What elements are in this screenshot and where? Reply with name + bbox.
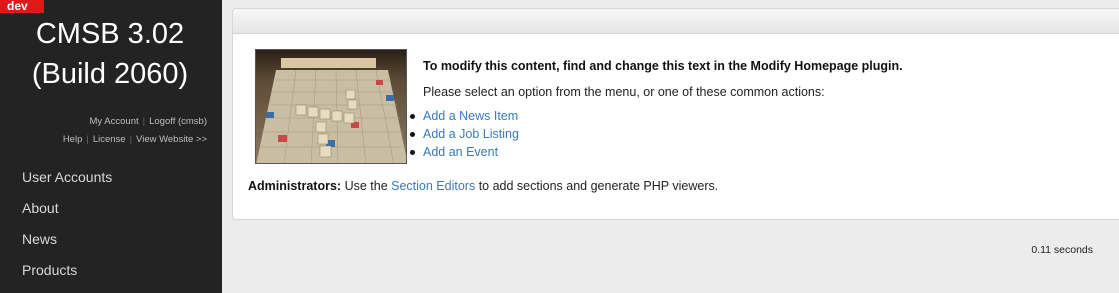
app-title-name: CMSB 3.02 [35, 18, 185, 50]
my-account-link[interactable]: My Account [90, 116, 139, 127]
sidebar: dev CMSB 3.02 (Build 2060) My Account | Lo… [0, 0, 222, 293]
list-item: Add a News Item [410, 107, 1073, 125]
home-panel: To modify this content, find and change … [232, 8, 1119, 220]
common-actions-list: Add a News Item Add a Job Listing Add an… [410, 107, 1073, 161]
dev-badge: dev [0, 0, 44, 13]
account-links: My Account | Logoff (cmsb) [0, 116, 207, 127]
link-separator: | [129, 134, 133, 145]
section-editors-link[interactable]: Section Editors [391, 179, 475, 193]
sidebar-item-products[interactable]: Products [0, 255, 222, 286]
sidebar-item-about[interactable]: About [0, 193, 222, 224]
list-item: Add an Event [410, 143, 1073, 161]
add-news-item-link[interactable]: Add a News Item [423, 109, 518, 123]
list-item: Add a Job Listing [410, 125, 1073, 143]
scrabble-board-image [255, 49, 407, 164]
admin-label: Administrators: [248, 179, 342, 193]
app-title-build: (Build 2060) [31, 58, 189, 90]
page-timing: 0.11 seconds [1031, 244, 1093, 256]
logoff-link[interactable]: Logoff (cmsb) [149, 116, 207, 127]
help-links: Help | License | View Website >> [0, 134, 207, 145]
sidebar-item-news[interactable]: News [0, 224, 222, 255]
sidebar-menu: User Accounts About News Products [0, 162, 222, 286]
app-title: CMSB 3.02 (Build 2060) [0, 14, 220, 94]
admin-note: Administrators: Use the Section Editors … [248, 179, 718, 193]
welcome-intro: Please select an option from the menu, o… [423, 85, 825, 99]
link-separator: | [86, 134, 89, 145]
admin-text-after: to add sections and generate PHP viewers… [478, 179, 719, 193]
add-event-link[interactable]: Add an Event [423, 145, 498, 159]
admin-text-before: Use the [344, 179, 388, 193]
sidebar-item-user-accounts[interactable]: User Accounts [0, 162, 222, 193]
welcome-content: To modify this content, find and change … [410, 59, 1073, 161]
help-link[interactable]: Help [63, 134, 83, 145]
panel-header [233, 9, 1119, 34]
welcome-headline: To modify this content, find and change … [423, 59, 903, 73]
view-website-link[interactable]: View Website >> [136, 134, 207, 145]
link-separator: | [142, 116, 146, 127]
add-job-listing-link[interactable]: Add a Job Listing [423, 127, 519, 141]
license-link[interactable]: License [93, 134, 126, 145]
